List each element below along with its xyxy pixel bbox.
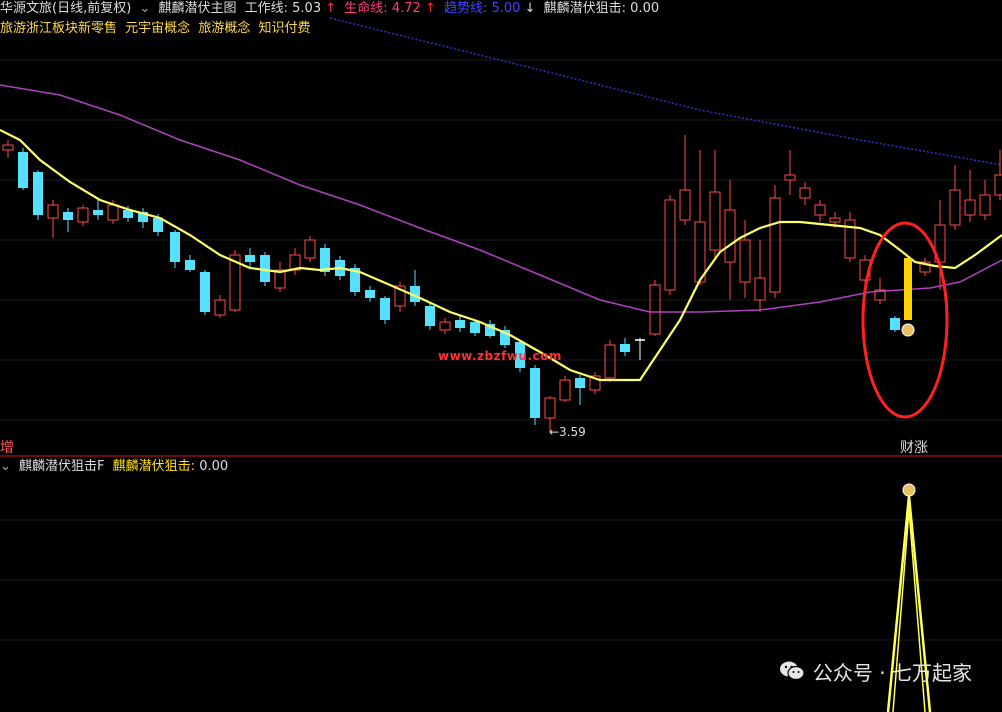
snipe-label: 麒麟潜伏狙击: [543, 1, 627, 16]
concept-tag[interactable]: 旅游概念 [198, 21, 250, 36]
candle-body-down [200, 272, 210, 312]
candle-body-up [829, 217, 841, 223]
candle-body-up [799, 187, 811, 199]
candle-body-up [754, 277, 766, 301]
candle-body-down [33, 172, 43, 215]
candle-body-up [77, 207, 89, 223]
candle-body-up [559, 379, 571, 401]
candle-body-down [365, 290, 375, 298]
candle-body-up [47, 204, 59, 219]
candle-body-up [649, 284, 661, 335]
candle-body-down [470, 322, 480, 333]
main-indicator-header: 华源文旅(日线,前复权) ⌄ 麒麟潜伏主图 工作线: 5.03 ↑ 生命线: 4… [0, 0, 663, 18]
watermark-text: 公众号 · 七万起家 [812, 660, 972, 685]
candle-body-down [575, 378, 585, 388]
candle-body-down [18, 152, 28, 188]
candle-body-up [949, 189, 961, 226]
candle-body-down [890, 318, 900, 330]
up-arrow-icon: ↑ [424, 1, 436, 16]
trend-line-value: 5.00 [491, 1, 521, 16]
sub-indicator-header: ⌄ 麒麟潜伏狙击F 麒麟潜伏狙击: 0.00 [0, 458, 232, 476]
up-arrow-icon: ↑ [325, 1, 337, 16]
concept-tags: 旅游浙江板块新零售 元宇宙概念 旅游概念 知识付费 [0, 20, 314, 38]
candle-body-up [439, 321, 451, 331]
money-bag-icon [902, 483, 916, 497]
concept-tag[interactable]: 知识付费 [258, 21, 310, 36]
candle-body-up [544, 397, 556, 419]
candle-body-down [185, 260, 195, 270]
sub-snipe-value: 0.00 [199, 459, 229, 474]
candle-body-down [170, 232, 180, 262]
dropdown-circle-icon[interactable]: ⌄ [139, 1, 150, 16]
candle-body-down [620, 344, 630, 352]
stock-chart-window: 华源文旅(日线,前复权) ⌄ 麒麟潜伏主图 工作线: 5.03 ↑ 生命线: 4… [0, 0, 1002, 712]
low-price-label: ←3.59 [549, 425, 586, 439]
candle-body-down [380, 298, 390, 320]
work-line-label: 工作线: [244, 1, 289, 16]
down-arrow-icon: ↓ [524, 1, 536, 16]
candle-body-down [455, 320, 465, 328]
candle-body-up [769, 197, 781, 293]
snipe-value: 0.00 [630, 1, 660, 16]
candle-body-up [709, 191, 721, 251]
indicator-name[interactable]: 麒麟潜伏主图 [158, 1, 236, 16]
signal-label: 财涨 [900, 440, 928, 456]
candle-body-down [93, 210, 103, 215]
sub-snipe-label: 麒麟潜伏狙击: [112, 459, 196, 474]
candle-body-up [814, 204, 826, 216]
life-line [0, 84, 1002, 313]
wechat-watermark: 公众号 · 七万起家 [779, 656, 972, 686]
work-line-value: 5.03 [292, 1, 322, 16]
concept-tag[interactable]: 旅游浙江板块新零售 [0, 21, 117, 36]
candle-body-up [604, 344, 616, 379]
candle-body-up [739, 239, 751, 283]
left-marker: 增 [0, 440, 14, 456]
candle-body-up [979, 194, 991, 216]
candle-body-up [994, 174, 1002, 196]
candle-body-up [679, 189, 691, 221]
trend-line-label: 趋势线: [443, 1, 488, 16]
candle-body-down [63, 212, 73, 220]
dropdown-circle-icon[interactable]: ⌄ [0, 459, 11, 474]
trend-line [329, 17, 1002, 166]
candle-body-up [304, 239, 316, 259]
candle-body-up [664, 199, 676, 291]
candle-body-up [784, 174, 796, 181]
candle-body-up [107, 204, 119, 221]
candle-body-up [724, 209, 736, 263]
sub-indicator-name[interactable]: 麒麟潜伏狙击F [19, 459, 104, 474]
candle-body-up [694, 221, 706, 283]
candle-body-up [964, 199, 976, 216]
money-bag-icon [901, 323, 915, 337]
wechat-icon [779, 661, 805, 681]
stock-name: 华源文旅(日线,前复权) [0, 1, 132, 16]
concept-tag[interactable]: 元宇宙概念 [125, 21, 190, 36]
candle-body-down [245, 255, 255, 262]
site-watermark: www.zbzfwu.com [438, 349, 562, 363]
signal-bar [904, 258, 912, 320]
candle-body-up [214, 299, 226, 316]
candle-body-down [530, 368, 540, 418]
life-line-label: 生命线: [344, 1, 388, 16]
candle-body-up [2, 144, 14, 151]
life-line-value: 4.72 [391, 1, 421, 16]
candle-body-down [425, 306, 435, 326]
